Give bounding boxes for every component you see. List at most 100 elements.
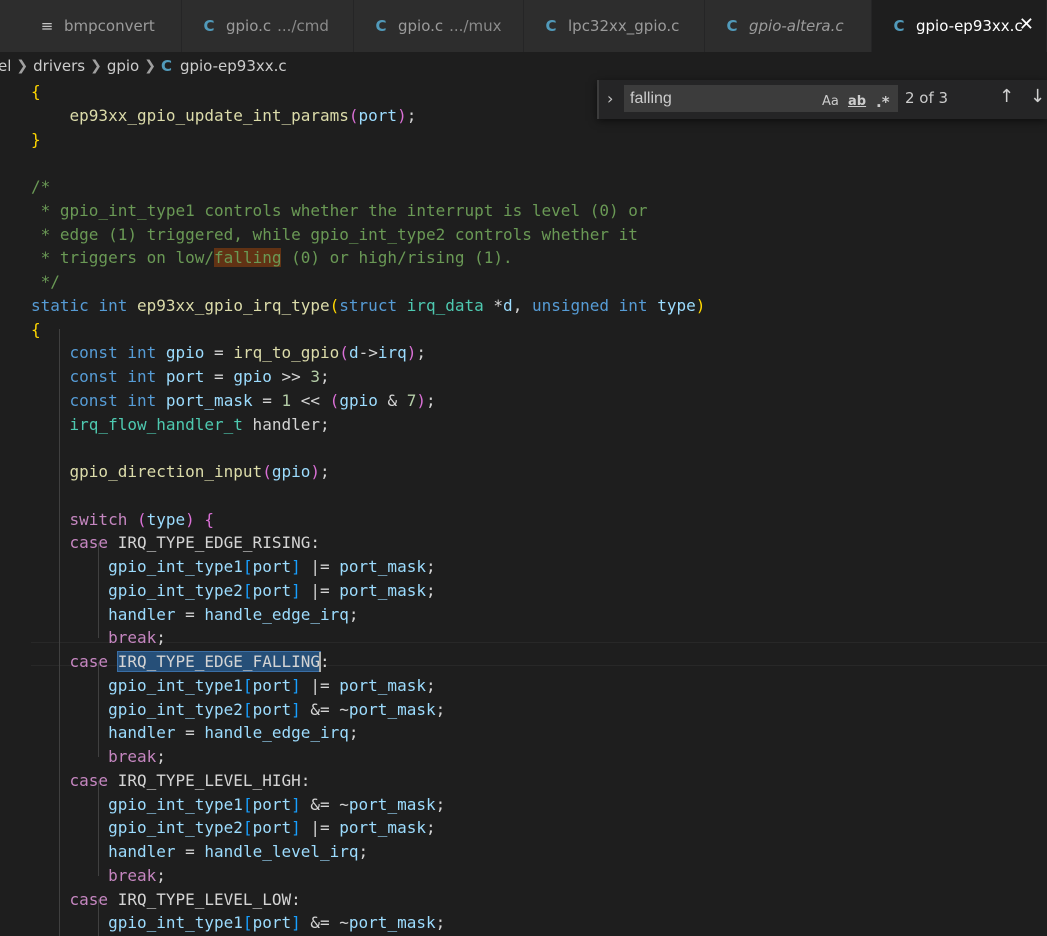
- code-line[interactable]: * gpio_int_type1 controls whether the in…: [31, 199, 648, 223]
- code-token: gpio: [271, 462, 311, 481]
- code-line[interactable]: case IRQ_TYPE_EDGE_RISING:: [31, 531, 320, 555]
- breadcrumb-item-file[interactable]: gpio-ep93xx.c: [180, 57, 287, 75]
- code-line[interactable]: ep93xx_gpio_update_int_params(port);: [31, 104, 417, 128]
- code-token: unsigned: [531, 295, 610, 315]
- code-token: ]: [291, 557, 301, 576]
- code-token: ;: [348, 723, 359, 743]
- code-token: (0) or high/rising (1).: [281, 248, 513, 268]
- close-tab-icon[interactable]: ✕: [1019, 14, 1034, 35]
- breadcrumb-item-drivers[interactable]: drivers: [33, 57, 85, 75]
- code-line[interactable]: handler = handle_level_irq;: [31, 840, 368, 864]
- code-token: irq_flow_handler_t: [69, 414, 243, 434]
- code-token: ]: [291, 818, 301, 838]
- code-line[interactable]: gpio_int_type1[port] &= ~port_mask;: [31, 911, 445, 935]
- next-match-arrow-down-icon[interactable]: ↓: [1030, 86, 1045, 107]
- code-token: (: [262, 462, 272, 481]
- code-token: break: [108, 865, 157, 885]
- code-token: =: [175, 723, 205, 743]
- code-line[interactable]: gpio_int_type2[port] |= port_mask;: [31, 579, 436, 603]
- use-regex-button[interactable]: .*: [876, 90, 890, 114]
- c-file-icon: C: [726, 17, 738, 35]
- tab-lpc32xx-gpio-c[interactable]: Clpc32xx_gpio.c: [524, 0, 705, 52]
- code-line[interactable]: case IRQ_TYPE_LEVEL_HIGH:: [31, 769, 311, 793]
- find-input[interactable]: [624, 85, 814, 112]
- code-line[interactable]: case IRQ_TYPE_LEVEL_LOW:: [31, 888, 301, 912]
- code-line[interactable]: gpio_int_type2[port] |= port_mask;: [31, 816, 436, 840]
- code-token: ]: [291, 699, 301, 719]
- code-line[interactable]: const int port = gpio >> 3;: [31, 365, 330, 389]
- code-line[interactable]: irq_flow_handler_t handler;: [31, 413, 330, 437]
- code-token: >>: [271, 367, 311, 386]
- tab-label: gpio.c: [398, 17, 444, 35]
- tab-description: .../cmd: [277, 17, 329, 35]
- find-widget: › Aa ab .* 2 of 3 ↑ ↓: [597, 80, 1047, 119]
- tab-gpio-altera-c[interactable]: Cgpio-altera.c: [705, 0, 872, 52]
- code-line[interactable]: * edge (1) triggered, while gpio_int_typ…: [31, 223, 638, 247]
- code-line[interactable]: case IRQ_TYPE_EDGE_FALLING:: [31, 650, 330, 674]
- toggle-replace-chevron-icon[interactable]: ›: [607, 89, 613, 108]
- code-token: ;: [320, 367, 330, 386]
- code-line[interactable]: }: [31, 128, 41, 152]
- code-line[interactable]: handler = handle_edge_irq;: [31, 721, 359, 745]
- code-token: ): [695, 295, 706, 315]
- c-file-icon: C: [545, 17, 557, 35]
- code-line[interactable]: handler = handle_edge_irq;: [31, 603, 359, 627]
- code-token: * triggers on low/: [31, 248, 215, 268]
- code-line[interactable]: * triggers on low/falling (0) or high/ri…: [31, 246, 513, 270]
- previous-match-arrow-up-icon[interactable]: ↑: [999, 86, 1014, 107]
- code-token: [: [242, 675, 253, 695]
- code-line[interactable]: gpio_int_type2[port] &= ~port_mask;: [31, 698, 445, 722]
- code-editor[interactable]: { ep93xx_gpio_update_int_params(port);} /…: [0, 80, 1047, 936]
- code-token: port: [252, 794, 292, 814]
- code-token: |=: [300, 675, 340, 695]
- match-case-button[interactable]: Aa: [822, 90, 839, 114]
- chevron-right-icon: ❯: [144, 58, 156, 74]
- code-line[interactable]: gpio_int_type1[port] |= port_mask;: [31, 674, 436, 698]
- code-token: ;: [425, 557, 436, 576]
- code-token: &: [377, 390, 407, 410]
- code-line[interactable]: static int ep93xx_gpio_irq_type(struct i…: [31, 294, 705, 318]
- code-line[interactable]: */: [31, 270, 60, 294]
- code-line[interactable]: gpio_direction_input(gpio);: [31, 460, 330, 484]
- code-token: =: [204, 367, 234, 386]
- code-token: irq: [377, 343, 407, 363]
- code-token: [: [242, 580, 253, 600]
- code-token: port: [252, 557, 292, 576]
- code-token: =: [175, 842, 205, 861]
- match-whole-word-button[interactable]: ab: [848, 90, 866, 114]
- code-token: ): [310, 462, 320, 481]
- code-token: port_mask: [339, 557, 426, 576]
- code-token: port: [252, 675, 292, 695]
- tab-bmpconvert[interactable]: ≡ bmpconvert: [0, 0, 182, 52]
- tab-label: bmpconvert: [64, 17, 155, 35]
- tab-gpio-ep93xx-c[interactable]: Cgpio-ep93xx.c ✕: [872, 0, 1047, 52]
- indent-guide: [97, 661, 99, 757]
- code-line[interactable]: const int gpio = irq_to_gpio(d->irq);: [31, 341, 427, 365]
- code-line[interactable]: const int port_mask = 1 << (gpio & 7);: [31, 389, 436, 413]
- current-find-match: IRQ_TYPE_EDGE_FALLING: [116, 651, 322, 672]
- code-token: ;: [348, 604, 359, 624]
- tab-gpio-c[interactable]: Cgpio.c .../cmd: [182, 0, 354, 52]
- code-token: ;: [435, 699, 446, 719]
- code-token: gpio_int_type1: [108, 913, 243, 933]
- code-token: gpio: [165, 343, 205, 363]
- code-line[interactable]: gpio_int_type1[port] |= port_mask;: [31, 555, 436, 579]
- code-token: port: [252, 913, 292, 933]
- tab-gpio-c[interactable]: Cgpio.c .../mux: [354, 0, 524, 52]
- code-token: case: [69, 770, 109, 790]
- code-token: ]: [291, 794, 301, 814]
- indent-guide: [97, 899, 99, 936]
- code-line[interactable]: {: [31, 318, 41, 342]
- code-line[interactable]: /*: [31, 175, 50, 199]
- code-token: handler;: [242, 414, 330, 434]
- breadcrumb-item-gpio[interactable]: gpio: [107, 57, 139, 75]
- code-line[interactable]: gpio_int_type1[port] &= ~port_mask;: [31, 793, 445, 817]
- code-line[interactable]: {: [31, 80, 41, 104]
- breadcrumb-item-parent[interactable]: el: [0, 57, 11, 75]
- code-token: port: [252, 580, 292, 600]
